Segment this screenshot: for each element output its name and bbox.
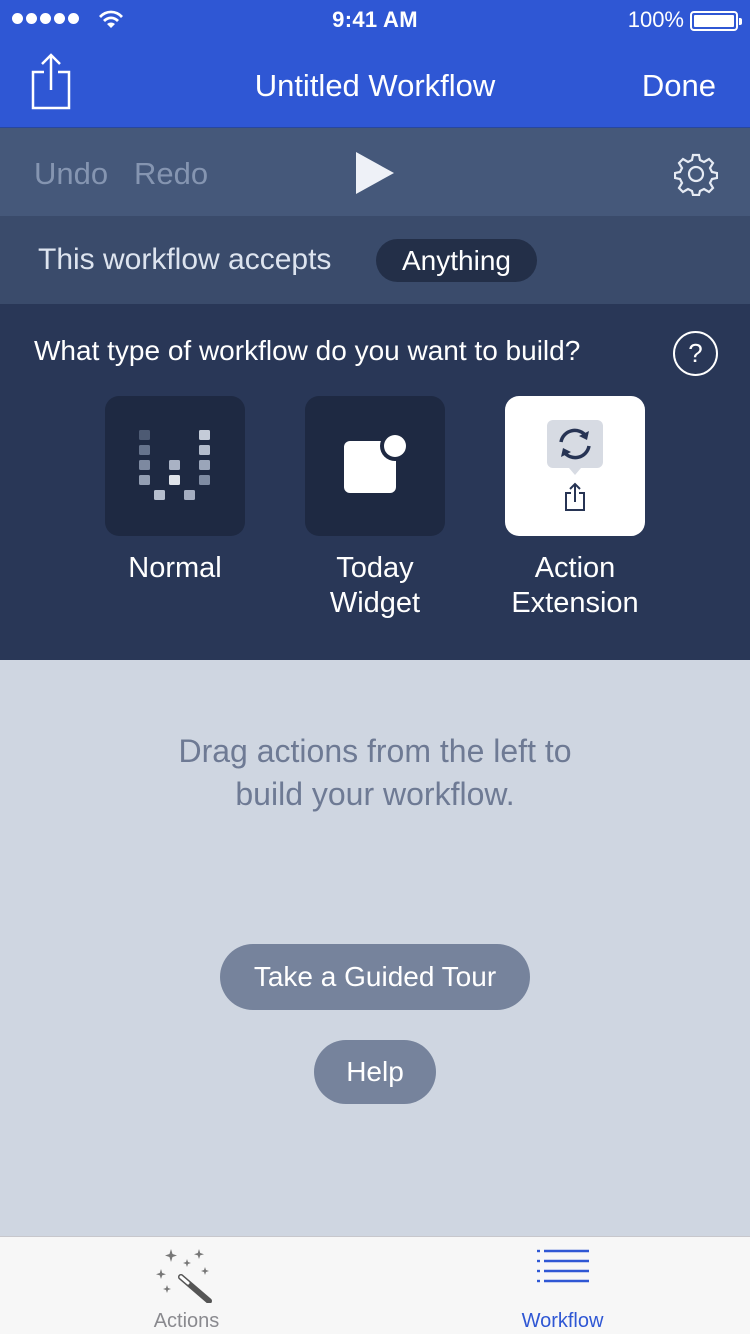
label-line: Extension [511, 587, 639, 619]
gear-icon[interactable] [674, 152, 718, 196]
hint-line: Drag actions from the left to [178, 733, 572, 769]
label-line: Today [336, 552, 414, 584]
play-icon[interactable] [356, 152, 394, 194]
redo-button[interactable]: Redo [134, 156, 208, 192]
undo-button[interactable]: Undo [34, 156, 108, 192]
accepts-type-pill[interactable]: Anything [376, 239, 537, 282]
guided-tour-button[interactable]: Take a Guided Tour [220, 944, 530, 1010]
label-line: Widget [329, 587, 421, 619]
list-icon [537, 1249, 589, 1283]
battery-fill [694, 15, 734, 27]
status-bar: 9:41 AM 100% [0, 0, 750, 40]
input-type-row: This workflow accepts Anything [0, 216, 750, 304]
type-option-label: Today Widget [305, 551, 445, 621]
editor-toolbar: Undo Redo [0, 128, 750, 216]
type-option-label: Action Extension [505, 551, 645, 621]
widget-tile [305, 396, 445, 536]
normal-tile [105, 396, 245, 536]
help-button[interactable]: Help [314, 1040, 436, 1104]
tab-bar: Actions Workflow [0, 1236, 750, 1334]
accepts-label: This workflow accepts [38, 243, 332, 276]
action-extension-tile [505, 396, 645, 536]
type-option-label: Normal [128, 552, 222, 584]
today-widget-icon [344, 431, 410, 493]
tab-label: Actions [153, 1310, 220, 1332]
workflow-logo-icon [139, 430, 210, 500]
nav-bar: Untitled Workflow Done [0, 40, 750, 128]
tab-workflow[interactable]: Workflow [375, 1237, 750, 1334]
workflow-title: Untitled Workflow [254, 68, 496, 103]
action-extension-icon [547, 420, 603, 511]
workflow-canvas[interactable]: Drag actions from the left to build your… [0, 660, 750, 1236]
workflow-type-panel: What type of workflow do you want to bui… [0, 304, 750, 660]
type-option-today-widget[interactable]: Today Widget [305, 396, 445, 621]
type-option-action-extension[interactable]: Action Extension [505, 396, 645, 621]
question-circle-icon[interactable]: ? [673, 331, 718, 376]
workflow-type-question: What type of workflow do you want to bui… [34, 335, 581, 366]
tab-label: Workflow [521, 1310, 604, 1332]
magic-wand-icon [156, 1249, 212, 1303]
battery-icon [690, 11, 742, 31]
tab-actions[interactable]: Actions [0, 1237, 375, 1334]
empty-workflow-hint: Drag actions from the left to build your… [0, 730, 750, 816]
battery-percent: 100% [627, 7, 684, 32]
label-line: Action [534, 552, 616, 584]
hint-line: build your workflow. [235, 776, 515, 812]
done-button[interactable]: Done [642, 68, 716, 104]
type-option-normal[interactable]: Normal [105, 396, 245, 586]
